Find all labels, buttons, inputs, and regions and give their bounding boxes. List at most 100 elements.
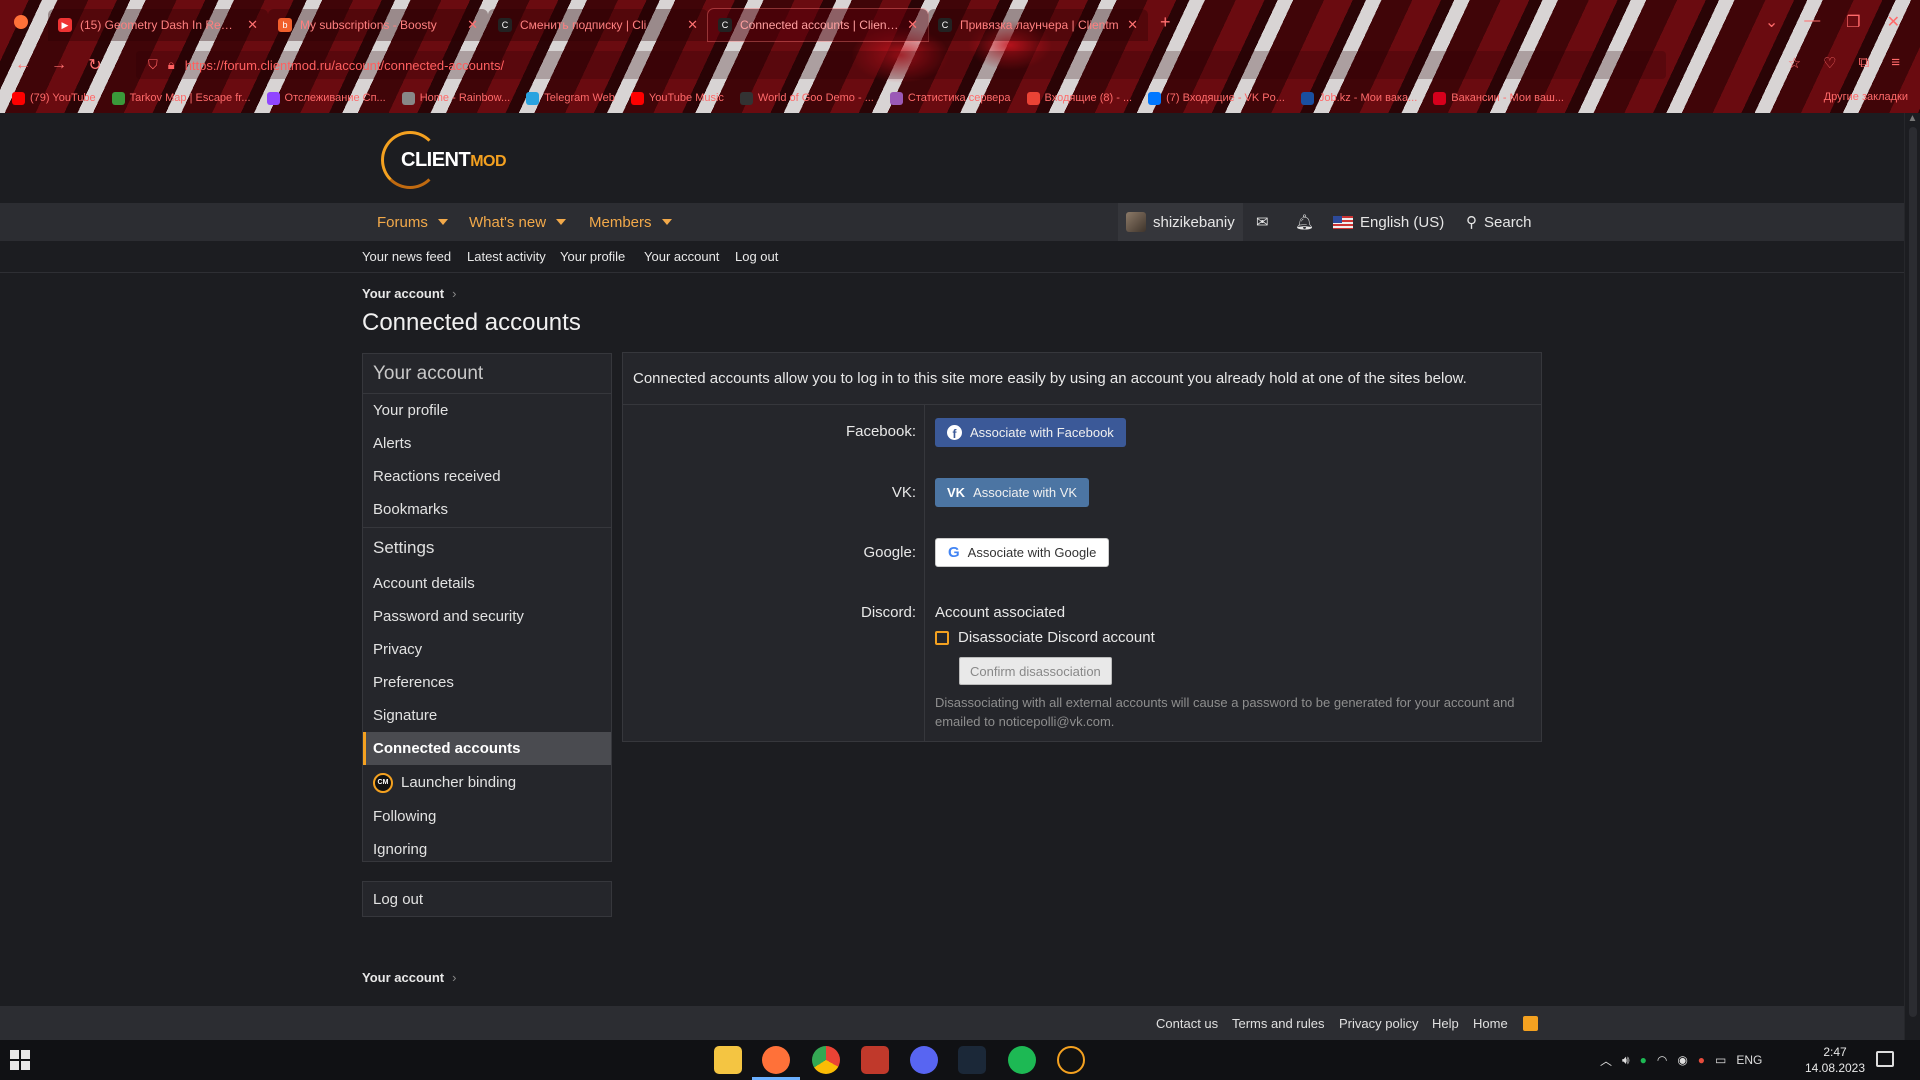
bookmark-item[interactable]: (7) Входящие - VK Po... [1148, 91, 1285, 105]
sidebar-item-signature[interactable]: Signature [363, 699, 611, 732]
sidebar-item-following[interactable]: Following [363, 800, 611, 833]
nav-forums[interactable]: Forums [377, 203, 448, 241]
caret-down-icon[interactable] [661, 219, 672, 225]
bookmark-item[interactable]: Home - Rainbow... [401, 91, 510, 105]
bookmark-item[interactable]: Статистика сервера [889, 91, 1011, 105]
lock-icon[interactable]: 🔒︎ [168, 57, 175, 73]
close-tab-icon[interactable]: ✕ [467, 17, 478, 33]
browser-tab[interactable]: b My subscriptions - Boosty ✕ [268, 9, 488, 41]
menu-icon[interactable]: ≡ [1891, 54, 1900, 72]
sidebar-item-alerts[interactable]: Alerts [363, 427, 611, 460]
sidebar-item-password-security[interactable]: Password and security [363, 600, 611, 633]
user-menu[interactable]: shizikebaniy [1118, 203, 1243, 241]
associate-facebook-button[interactable]: f Associate with Facebook [935, 418, 1126, 447]
rss-icon[interactable] [1523, 1016, 1538, 1031]
breadcrumb[interactable]: Your account › [362, 286, 456, 301]
game-app-icon[interactable] [861, 1046, 889, 1074]
new-tab-icon[interactable]: + [1160, 12, 1171, 33]
sidebar-item-preferences[interactable]: Preferences [363, 666, 611, 699]
associate-google-button[interactable]: G Associate with Google [935, 538, 1110, 567]
footer-contact-us[interactable]: Contact us [1156, 1016, 1218, 1031]
page-scrollbar[interactable]: ▲ [1904, 113, 1920, 1040]
bookmark-item[interactable]: (79) YouTube [12, 91, 96, 105]
windows-start-icon[interactable] [10, 1050, 30, 1070]
confirm-disassociation-button[interactable]: Confirm disassociation [959, 657, 1112, 685]
bookmark-item[interactable]: Tarkov Map | Escape fr... [111, 91, 251, 105]
app-tray-icon[interactable]: ● [1698, 1053, 1705, 1067]
bookmark-star-icon[interactable]: ☆ [1788, 54, 1801, 72]
subnav-news-feed[interactable]: Your news feed [362, 249, 451, 264]
url-field[interactable]: ⛉ 🔒︎ https://forum.clientmod.ru/account/… [136, 51, 1666, 79]
footer-home[interactable]: Home [1473, 1016, 1508, 1031]
maximize-icon[interactable]: ❐ [1846, 12, 1860, 32]
battery-icon[interactable]: ▭ [1715, 1053, 1726, 1067]
caret-down-icon[interactable] [556, 219, 567, 225]
clientmod-taskbar-icon[interactable] [1057, 1046, 1085, 1074]
firefox-icon[interactable] [14, 15, 28, 29]
back-icon[interactable]: ← [10, 56, 36, 74]
clientmod-logo[interactable]: CLIENTMOD [381, 127, 521, 193]
steam-icon[interactable] [958, 1046, 986, 1074]
subnav-log-out[interactable]: Log out [735, 249, 778, 264]
extensions-icon[interactable]: ⧉ [1859, 54, 1870, 72]
reload-icon[interactable]: ↻ [82, 55, 108, 75]
caret-down-icon[interactable] [437, 219, 448, 225]
disassociate-discord-checkbox[interactable] [935, 630, 949, 645]
bell-icon[interactable]: 🔔︎ [1295, 203, 1314, 241]
steam-tray-icon[interactable]: ◉ [1677, 1053, 1687, 1067]
discord-icon[interactable] [910, 1046, 938, 1074]
sidebar-item-launcher-binding[interactable]: CM Launcher binding [363, 766, 611, 799]
close-tab-icon[interactable]: ✕ [907, 17, 918, 33]
browser-tab[interactable]: C Сменить подписку | Cli ✕ [488, 9, 708, 41]
search-button[interactable]: ⚲ Search [1466, 203, 1532, 241]
sidebar-item-ignoring[interactable]: Ignoring [363, 833, 611, 866]
nav-members[interactable]: Members [589, 203, 672, 241]
close-tab-icon[interactable]: ✕ [1127, 17, 1138, 33]
browser-tab-active[interactable]: C Connected accounts | Clientm ✕ [707, 8, 929, 42]
tab-list-icon[interactable]: ⌄ [1765, 12, 1778, 32]
bookmark-item[interactable]: Вакансии - Мои ваш... [1433, 91, 1564, 105]
disassociate-discord-row[interactable]: Disassociate Discord account [935, 629, 1155, 646]
notifications-icon[interactable] [1876, 1051, 1894, 1067]
nav-whats-new[interactable]: What's new [469, 203, 567, 241]
shield-icon[interactable]: ⛉ [148, 57, 158, 73]
bookmark-item[interactable]: Telegram Web [526, 91, 615, 105]
bookmark-item[interactable]: Отслеживание Сп... [266, 91, 386, 105]
tray-expand-icon[interactable]: ︿ [1600, 1052, 1612, 1069]
sidebar-item-privacy[interactable]: Privacy [363, 633, 611, 666]
sidebar-item-connected-accounts[interactable]: Connected accounts [363, 732, 611, 765]
footer-terms[interactable]: Terms and rules [1232, 1016, 1324, 1031]
spotify-icon[interactable] [1008, 1046, 1036, 1074]
network-icon[interactable]: ◠ [1657, 1053, 1667, 1067]
subnav-latest-activity[interactable]: Latest activity [467, 249, 546, 264]
footer-privacy[interactable]: Privacy policy [1339, 1016, 1418, 1031]
subnav-your-account[interactable]: Your account [644, 249, 719, 264]
sidebar-item-bookmarks[interactable]: Bookmarks [363, 493, 611, 526]
spotify-tray-icon[interactable]: ● [1640, 1053, 1647, 1067]
browser-tab[interactable]: C Привязка лаунчера | Clientm ✕ [928, 9, 1148, 41]
forward-icon[interactable]: → [46, 56, 72, 74]
firefox-taskbar-icon[interactable] [762, 1046, 790, 1074]
language-chooser[interactable]: English (US) [1333, 203, 1444, 241]
pocket-icon[interactable]: ♡ [1823, 54, 1836, 72]
minimize-icon[interactable]: — [1804, 12, 1820, 32]
system-clock[interactable]: 2:47 14.08.2023 [1795, 1044, 1875, 1076]
bookmark-item[interactable]: Входящие (8) - ... [1026, 91, 1132, 105]
associate-vk-button[interactable]: VK Associate with VK [935, 478, 1090, 507]
bookmark-item[interactable]: YouTube Music [630, 91, 724, 105]
sidebar-item-reactions[interactable]: Reactions received [363, 460, 611, 493]
subnav-your-profile[interactable]: Your profile [560, 249, 625, 264]
browser-tab[interactable]: ▶ (15) Geometry Dash In Real Ar ✕ [48, 9, 268, 41]
inbox-icon[interactable]: ✉ [1256, 203, 1269, 241]
input-language[interactable]: ENG [1736, 1053, 1762, 1067]
volume-icon[interactable]: 🔊︎ [1622, 1053, 1630, 1068]
bookmark-item[interactable]: World of Goo Demo - ... [739, 91, 874, 105]
close-window-icon[interactable]: ✕ [1887, 12, 1900, 32]
footer-help[interactable]: Help [1432, 1016, 1459, 1031]
other-bookmarks[interactable]: Другие закладки [1824, 91, 1908, 103]
sidebar-item-account-details[interactable]: Account details [363, 567, 611, 600]
chrome-icon[interactable] [812, 1046, 840, 1074]
sidebar-item-your-profile[interactable]: Your profile [363, 394, 611, 427]
scroll-up-icon[interactable]: ▲ [1905, 113, 1920, 124]
file-explorer-icon[interactable] [714, 1046, 742, 1074]
